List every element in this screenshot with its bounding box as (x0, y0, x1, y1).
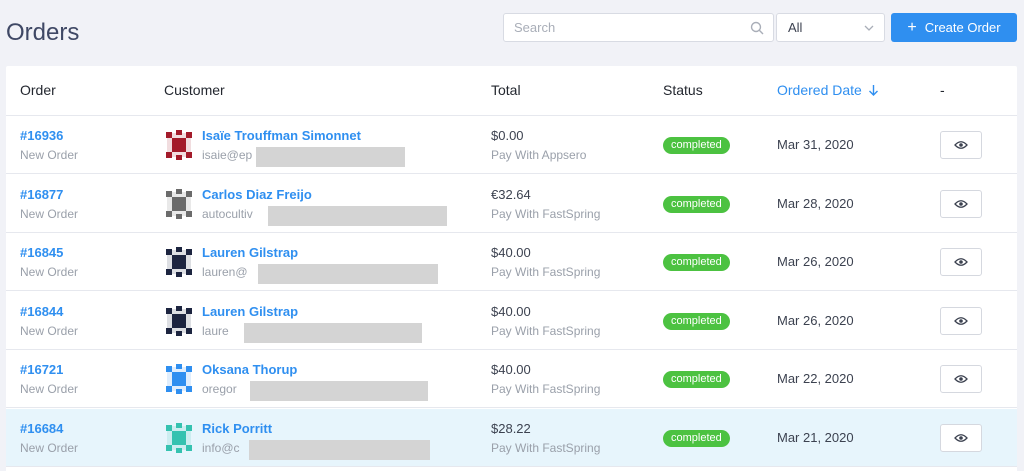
status-badge: completed (663, 254, 730, 271)
order-id-link[interactable]: #16877 (20, 187, 63, 202)
ordered-date: Mar 26, 2020 (777, 312, 854, 328)
status-filter-select[interactable]: All (776, 13, 885, 42)
status-badge: completed (663, 371, 730, 388)
customer-name-link[interactable]: Lauren Gilstrap (202, 304, 298, 319)
orders-table: Order Customer Total Status Ordered Date… (6, 66, 1017, 471)
status-badge: completed (663, 195, 730, 213)
table-row[interactable]: #16721 New Order Oksana Thorup oregor $4… (6, 350, 1017, 408)
payment-method: Pay With FastSpring (491, 265, 601, 279)
customer-email: laure (202, 323, 229, 338)
payment-method: Pay With FastSpring (491, 206, 601, 221)
create-order-label: Create Order (924, 20, 1001, 35)
plus-icon: + (907, 18, 917, 36)
eye-icon (954, 258, 968, 266)
order-id-link[interactable]: #16721 (20, 362, 63, 377)
ordered-date: Mar 22, 2020 (777, 371, 854, 386)
create-order-button[interactable]: + Create Order (891, 13, 1017, 42)
customer-name-link[interactable]: Rick Porritt (202, 421, 272, 436)
view-order-button[interactable] (940, 423, 982, 452)
payment-method: Pay With FastSpring (491, 382, 601, 396)
order-total: $40.00 (491, 245, 531, 260)
customer-avatar (166, 247, 192, 277)
redacted-block (249, 439, 430, 460)
customer-name-link[interactable]: Lauren Gilstrap (202, 245, 298, 260)
customer-avatar (166, 188, 192, 219)
customer-email: info@c (202, 440, 240, 455)
column-header-ordered-date[interactable]: Ordered Date (777, 82, 879, 98)
eye-icon (954, 375, 968, 383)
table-row[interactable]: #16684 New Order Rick Porritt info@c $28… (6, 408, 1017, 467)
column-header-status[interactable]: Status (663, 82, 703, 98)
payment-method: Pay With FastSpring (491, 440, 601, 455)
page-title: Orders (6, 19, 80, 46)
order-total: $0.00 (491, 128, 524, 143)
redacted-block (268, 205, 447, 226)
table-row[interactable]: #16844 New Order Lauren Gilstrap laure $… (6, 292, 1017, 350)
payment-method: Pay With FastSpring (491, 323, 601, 338)
customer-name-link[interactable]: Carlos Diaz Freijo (202, 187, 312, 202)
order-id-link[interactable]: #16936 (20, 128, 63, 143)
ordered-date-label: Ordered Date (777, 82, 862, 98)
column-header-customer[interactable]: Customer (164, 82, 225, 98)
table-row[interactable]: #16936 New Order Isaïe Trouffman Simonne… (6, 116, 1017, 174)
ordered-date: Mar 26, 2020 (777, 254, 854, 269)
customer-email: autocultiv (202, 206, 253, 221)
ordered-date: Mar 21, 2020 (777, 429, 854, 445)
chevron-down-icon (864, 25, 874, 31)
arrow-down-icon (868, 85, 878, 96)
customer-name-link[interactable]: Isaïe Trouffman Simonnet (202, 128, 361, 143)
eye-icon (954, 316, 968, 325)
redacted-block (250, 381, 428, 401)
status-badge: completed (663, 312, 730, 330)
redacted-block (258, 264, 438, 284)
table-row[interactable]: #16845 New Order Lauren Gilstrap lauren@… (6, 233, 1017, 291)
search-box[interactable] (503, 13, 774, 42)
customer-email: lauren@ (202, 265, 248, 279)
eye-icon (954, 141, 968, 149)
view-order-button[interactable] (940, 248, 982, 276)
order-type: New Order (20, 323, 79, 338)
view-order-button[interactable] (940, 131, 982, 159)
ordered-date: Mar 28, 2020 (777, 195, 854, 211)
table-header: Order Customer Total Status Ordered Date… (6, 66, 1017, 116)
column-header-actions: - (940, 82, 945, 98)
table-row[interactable]: #16877 New Order Carlos Diaz Freijo auto… (6, 175, 1017, 233)
payment-method: Pay With Appsero (491, 148, 587, 162)
ordered-date: Mar 31, 2020 (777, 137, 854, 152)
view-order-button[interactable] (940, 306, 982, 335)
view-order-button[interactable] (940, 189, 982, 218)
redacted-block (244, 322, 422, 343)
order-id-link[interactable]: #16684 (20, 421, 63, 436)
status-badge: completed (663, 137, 730, 154)
customer-email: oregor (202, 382, 237, 396)
customer-avatar (166, 305, 192, 336)
order-total: $28.22 (491, 420, 531, 436)
order-id-link[interactable]: #16844 (20, 304, 63, 319)
column-header-order[interactable]: Order (20, 82, 56, 98)
order-type: New Order (20, 265, 79, 279)
order-type: New Order (20, 440, 79, 455)
column-header-total[interactable]: Total (491, 82, 521, 98)
order-type: New Order (20, 148, 79, 162)
customer-name-link[interactable]: Oksana Thorup (202, 362, 297, 377)
eye-icon (954, 433, 968, 442)
view-order-button[interactable] (940, 365, 982, 393)
customer-email: isaie@ep (202, 148, 253, 162)
filter-selected-value: All (788, 20, 803, 35)
status-badge: completed (663, 429, 730, 447)
search-input[interactable] (514, 20, 744, 35)
order-type: New Order (20, 382, 79, 396)
customer-avatar (166, 130, 192, 160)
order-total: $40.00 (491, 362, 531, 377)
search-icon[interactable] (750, 21, 764, 35)
eye-icon (954, 199, 968, 208)
order-total: $40.00 (491, 303, 531, 319)
order-type: New Order (20, 206, 79, 221)
customer-avatar (166, 422, 192, 453)
order-total: €32.64 (491, 186, 531, 202)
redacted-block (256, 147, 405, 167)
order-id-link[interactable]: #16845 (20, 245, 63, 260)
customer-avatar (166, 364, 192, 394)
